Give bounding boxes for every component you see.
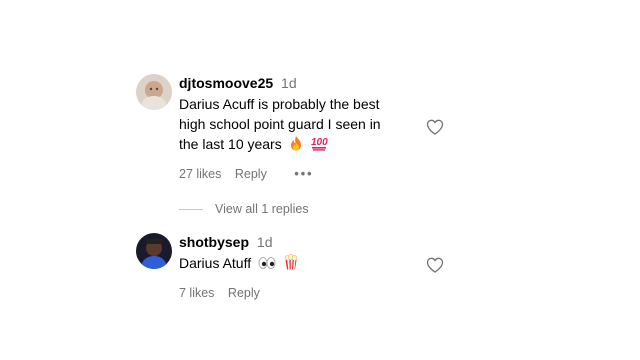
fire-emoji-icon bbox=[289, 135, 303, 156]
reply-button[interactable]: Reply bbox=[235, 167, 267, 181]
comment-body: shotbysep 1d Darius Atuff 7 likes Reply bbox=[179, 233, 439, 301]
divider-line bbox=[179, 208, 203, 210]
comment-meta: 27 likes Reply ••• bbox=[179, 166, 439, 182]
comment-text: Darius Atuff bbox=[179, 253, 439, 275]
comment-text: Darius Acuff is probably the best high s… bbox=[179, 94, 439, 156]
likes-count[interactable]: 7 likes bbox=[179, 286, 214, 300]
reply-button[interactable]: Reply bbox=[228, 286, 260, 300]
comment-header: djtosmoove25 1d bbox=[179, 74, 439, 92]
svg-text:100: 100 bbox=[311, 137, 328, 148]
comment-line: the last 10 years bbox=[179, 136, 282, 152]
hundred-points-emoji-icon: 100 bbox=[310, 135, 328, 156]
comment-header: shotbysep 1d bbox=[179, 233, 439, 251]
like-heart-icon[interactable] bbox=[425, 255, 445, 275]
view-replies-label: View all 1 replies bbox=[215, 202, 309, 216]
likes-count[interactable]: 27 likes bbox=[179, 167, 221, 181]
comment-meta: 7 likes Reply bbox=[179, 285, 439, 301]
timestamp[interactable]: 1d bbox=[257, 234, 273, 250]
avatar[interactable] bbox=[136, 233, 172, 269]
comment-body: djtosmoove25 1d Darius Acuff is probably… bbox=[179, 74, 439, 182]
like-heart-icon[interactable] bbox=[425, 117, 445, 137]
avatar[interactable] bbox=[136, 74, 172, 110]
comment-line: Darius Acuff is probably the best bbox=[179, 96, 380, 112]
comment-line: Darius Atuff bbox=[179, 255, 252, 271]
comment-line: high school point guard I seen in bbox=[179, 116, 381, 132]
timestamp[interactable]: 1d bbox=[281, 75, 297, 91]
eyes-emoji-icon bbox=[258, 255, 276, 275]
username[interactable]: djtosmoove25 bbox=[179, 75, 273, 91]
more-options-icon[interactable]: ••• bbox=[294, 167, 313, 181]
view-replies-button[interactable]: View all 1 replies bbox=[179, 201, 309, 217]
popcorn-emoji-icon bbox=[283, 253, 299, 275]
comment-line-last: the last 10 years 100 bbox=[179, 134, 439, 156]
username[interactable]: shotbysep bbox=[179, 234, 249, 250]
